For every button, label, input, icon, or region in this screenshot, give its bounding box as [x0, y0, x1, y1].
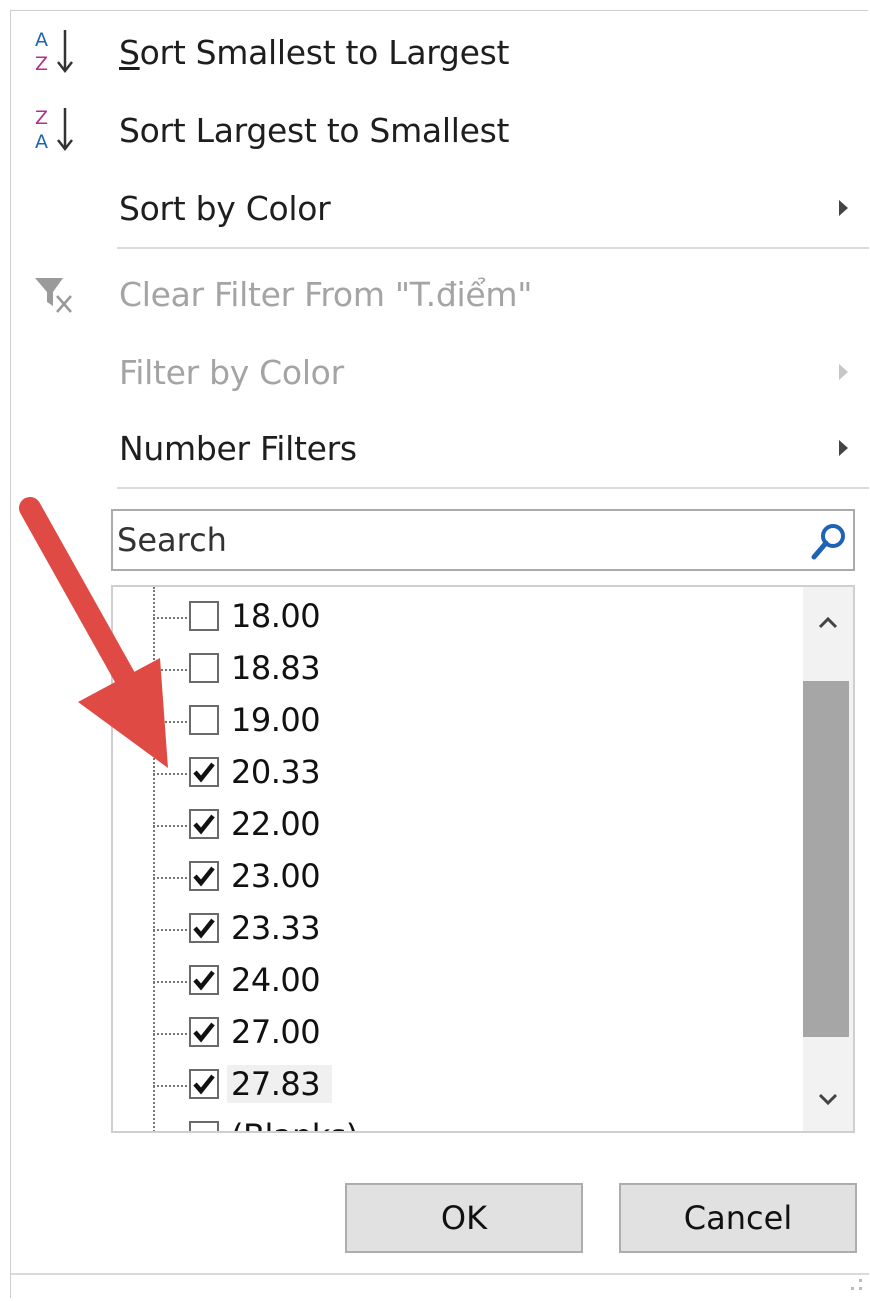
tree-branch: [153, 825, 187, 827]
ok-button[interactable]: OK: [345, 1183, 583, 1253]
list-item[interactable]: 27.83: [153, 1059, 793, 1111]
item-checkbox[interactable]: [189, 757, 219, 787]
menu-item-number-filters[interactable]: Number Filters: [11, 411, 869, 485]
item-value: (Blanks): [231, 1117, 364, 1131]
list-item[interactable]: (Blanks): [153, 1111, 793, 1131]
item-checkbox[interactable]: [189, 809, 219, 839]
scrollbar[interactable]: [803, 587, 853, 1131]
chevron-right-icon: [839, 200, 848, 216]
menu-item-sort-ascending[interactable]: A Z Sort Smallest to Largest: [11, 15, 869, 89]
menu-item-filter-by-color[interactable]: Filter by Color: [11, 335, 869, 409]
chevron-right-icon: [839, 364, 848, 380]
item-value: 22.00: [231, 805, 321, 843]
list-item[interactable]: 27.00: [153, 1007, 793, 1059]
item-value: 19.00: [231, 701, 321, 739]
tree-branch: [153, 877, 187, 879]
sort-ascending-label: Sort Smallest to Largest: [119, 33, 509, 72]
menu-separator: [117, 487, 869, 489]
scroll-up-icon[interactable]: [803, 597, 853, 647]
tree-branch: [153, 1033, 187, 1035]
cancel-button[interactable]: Cancel: [619, 1183, 857, 1253]
sort-ascending-text: ort Smallest to Largest: [139, 32, 510, 72]
search-icon[interactable]: [809, 521, 849, 561]
svg-text:Z: Z: [35, 53, 48, 75]
list-item[interactable]: 18.00: [153, 591, 793, 643]
list-item[interactable]: 23.00: [153, 851, 793, 903]
list-item[interactable]: 24.00: [153, 955, 793, 1007]
menu-item-sort-by-color[interactable]: Sort by Color: [11, 171, 869, 245]
scrollbar-thumb[interactable]: [803, 681, 849, 1037]
check-icon: [193, 1022, 215, 1043]
svg-text:A: A: [35, 29, 48, 51]
check-icon: [193, 1074, 215, 1095]
item-value: 23.00: [231, 857, 321, 895]
list-item[interactable]: 23.33: [153, 903, 793, 955]
check-icon: [193, 866, 215, 887]
item-checkbox[interactable]: [189, 913, 219, 943]
value-list: 18.00 18.83 19.00 20.33 22.00 23.00 23.33 24.00…: [111, 585, 855, 1133]
check-icon: [193, 970, 215, 991]
resize-grip-icon[interactable]: [845, 1277, 865, 1297]
item-checkbox[interactable]: [189, 705, 219, 735]
item-value: 18.00: [231, 597, 321, 635]
item-checkbox[interactable]: [189, 653, 219, 683]
list-item[interactable]: 19.00: [153, 695, 793, 747]
item-value: 27.83: [227, 1065, 333, 1103]
search-input[interactable]: [117, 517, 797, 563]
sort-ascending-accel: S: [119, 32, 140, 72]
tree-branch: [153, 981, 187, 983]
item-value: 18.83: [231, 649, 321, 687]
check-icon: [193, 918, 215, 939]
list-item[interactable]: 18.83: [153, 643, 793, 695]
filter-by-color-label: Filter by Color: [119, 352, 344, 392]
tree-branch: [153, 669, 187, 671]
clear-filter-icon: [31, 264, 91, 324]
number-filters-label: Number Filters: [119, 428, 357, 468]
item-value: 27.00: [231, 1013, 321, 1051]
scroll-down-icon[interactable]: [803, 1075, 853, 1125]
tree-branch: [153, 929, 187, 931]
item-value: 23.33: [231, 909, 321, 947]
svg-text:A: A: [35, 131, 48, 153]
item-value: 20.33: [231, 753, 321, 791]
check-icon: [193, 814, 215, 835]
sort-za-icon: Z A: [31, 100, 91, 160]
tree-branch: [153, 1085, 187, 1087]
status-divider: [11, 1273, 869, 1275]
menu-separator: [117, 247, 869, 249]
clear-filter-label: Clear Filter From "T.điểm": [119, 274, 533, 314]
tree-branch: [153, 617, 187, 619]
item-value: 24.00: [231, 961, 321, 999]
item-checkbox[interactable]: [189, 861, 219, 891]
item-checkbox[interactable]: [189, 601, 219, 631]
search-box: [111, 509, 855, 571]
item-checkbox[interactable]: [189, 1017, 219, 1047]
list-item[interactable]: 22.00: [153, 799, 793, 851]
sort-descending-label: Sort Largest to Smallest: [119, 110, 510, 150]
menu-item-clear-filter[interactable]: Clear Filter From "T.điểm": [11, 257, 869, 331]
svg-text:Z: Z: [35, 107, 48, 129]
sort-az-icon: A Z: [31, 22, 91, 82]
check-icon: [193, 762, 215, 783]
tree-branch: [153, 773, 187, 775]
item-checkbox[interactable]: [189, 965, 219, 995]
chevron-right-icon: [839, 440, 848, 456]
menu-item-sort-descending[interactable]: Z A Sort Largest to Smallest: [11, 93, 869, 167]
list-item[interactable]: 20.33: [153, 747, 793, 799]
sort-by-color-label: Sort by Color: [119, 188, 331, 228]
item-checkbox[interactable]: [189, 1121, 219, 1131]
item-checkbox[interactable]: [189, 1069, 219, 1099]
tree-branch: [153, 721, 187, 723]
filter-dropdown-panel: A Z Sort Smallest to Largest Z A Sort La…: [10, 10, 869, 1298]
